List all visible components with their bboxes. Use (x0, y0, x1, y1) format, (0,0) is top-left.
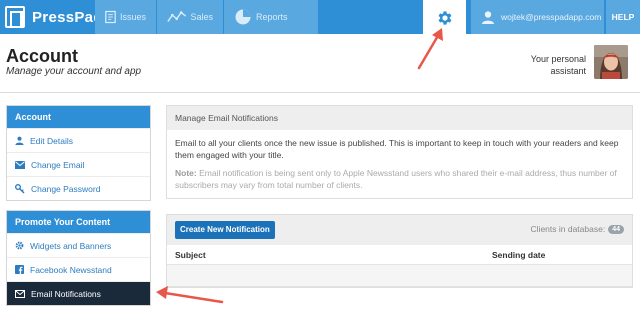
page-title: Account (6, 46, 78, 66)
user-icon (482, 11, 494, 24)
cog-icon (15, 241, 24, 250)
nav-item-label: Sales (190, 12, 213, 22)
sidebar-item-edit-details[interactable]: Edit Details (7, 128, 150, 152)
panel-heading: Manage Email Notifications (167, 106, 632, 130)
description-text: Email to all your clients once the new i… (175, 138, 619, 160)
promote-menu: Promote Your Content Widgets and Banners… (6, 210, 151, 306)
sidebar-item-label: Facebook Newsstand (30, 264, 112, 275)
header-divider (0, 92, 640, 93)
note-label: Note: (175, 168, 197, 178)
document-icon (105, 10, 116, 24)
clients-count-badge: 44 (608, 224, 624, 234)
sidebar-item-label: Change Email (31, 159, 85, 170)
table-row-empty (167, 265, 632, 287)
user-icon (15, 136, 24, 145)
nav-item-label: Issues (119, 12, 146, 22)
sidebar-item-label: Edit Details (30, 135, 73, 146)
key-icon (15, 183, 25, 193)
assistant-label: Your personal assistant (530, 54, 586, 76)
clients-count: Clients in database: 44 (531, 224, 624, 234)
sidebar-item-widgets-banners[interactable]: Widgets and Banners (7, 233, 150, 257)
line-chart-icon (167, 11, 187, 22)
account-menu-heading: Account (7, 106, 150, 128)
nav-item-sales[interactable]: Sales (157, 0, 223, 34)
email-notifications-panel: Manage Email Notifications Email to all … (166, 105, 633, 199)
sidebar-item-email-notifications[interactable]: Email Notifications (7, 281, 150, 305)
app-name: PressPad (32, 8, 103, 26)
clients-label: Clients in database: (530, 224, 606, 234)
note-text: Note: Email notification is being sent o… (175, 167, 624, 191)
promote-menu-heading: Promote Your Content (7, 211, 150, 233)
page-subtitle: Manage your account and app (6, 66, 142, 77)
notifications-table-panel: Create New Notification Clients in datab… (166, 214, 633, 288)
account-menu: Account Edit Details Change Email Change… (6, 105, 151, 201)
nav-item-reports[interactable]: Reports (224, 0, 318, 34)
annotation-arrow-settings (417, 28, 443, 70)
envelope-icon (15, 160, 25, 169)
assistant-photo (594, 45, 628, 79)
annotation-arrow-email-notifications (156, 286, 224, 304)
presspad-logo-icon (5, 6, 25, 28)
help-button[interactable]: HELP (605, 0, 640, 34)
table-header: Subject Sending date (167, 245, 632, 265)
panel-body: Email to all your clients once the new i… (167, 130, 632, 198)
note-body: Email notification is being sent only to… (175, 168, 617, 190)
table-toolbar: Create New Notification Clients in datab… (167, 215, 632, 245)
sidebar-item-label: Change Password (31, 183, 101, 194)
sidebar-item-label: Widgets and Banners (30, 240, 112, 251)
nav-item-issues[interactable]: Issues (95, 0, 156, 34)
logo[interactable]: PressPad (5, 5, 103, 29)
column-header-sending-date[interactable]: Sending date (492, 250, 545, 260)
facebook-icon (15, 265, 24, 274)
main-nav: Issues Sales Reports (95, 0, 319, 34)
envelope-icon (15, 289, 25, 298)
nav-item-label: Reports (256, 12, 288, 22)
sidebar-item-change-email[interactable]: Change Email (7, 152, 150, 176)
create-notification-button[interactable]: Create New Notification (175, 221, 275, 239)
sidebar-item-change-password[interactable]: Change Password (7, 176, 150, 200)
pie-chart-icon (235, 9, 251, 25)
sidebar-item-label: Email Notifications (31, 288, 101, 299)
column-header-subject[interactable]: Subject (167, 250, 492, 260)
user-email: wojtek@presspadapp.com (501, 12, 602, 22)
sidebar-item-facebook-newsstand[interactable]: Facebook Newsstand (7, 257, 150, 281)
user-account-tab[interactable]: wojtek@presspadapp.com (471, 0, 604, 34)
avatar[interactable] (594, 45, 628, 79)
